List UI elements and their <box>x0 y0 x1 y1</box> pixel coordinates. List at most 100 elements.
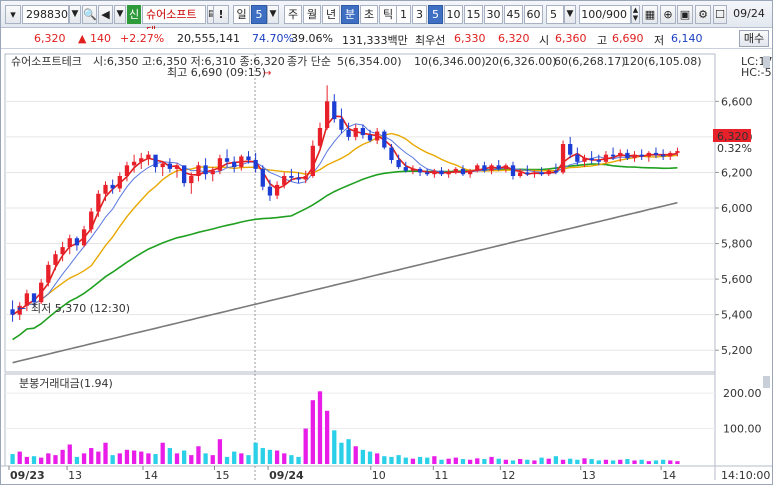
candle-body <box>31 293 37 303</box>
volume-bar <box>582 458 587 464</box>
ma10-legend: 10(6,346.00) <box>414 55 486 68</box>
candle-body <box>189 176 194 184</box>
menu-icon[interactable]: ▾ <box>5 5 21 24</box>
period-dropdown-icon[interactable]: ▼ <box>267 5 279 24</box>
volume-bar <box>639 459 644 464</box>
code-dropdown-icon[interactable]: ▼ <box>69 5 81 24</box>
candle-body <box>432 170 437 175</box>
candle-body <box>60 247 65 255</box>
minute-30-button[interactable]: 30 <box>484 5 503 24</box>
scroll-arrows-icon[interactable]: ▲ ▼ <box>631 5 640 24</box>
chart-canvas[interactable]: 6,6006,4006,2006,0005,8005,6005,4005,200… <box>1 50 772 484</box>
candle-body <box>324 101 330 128</box>
ma20-legend: 20(6,326.00) <box>485 55 557 68</box>
volume-bar <box>246 455 251 464</box>
best-bid: 6,320 <box>498 32 530 45</box>
candle-body <box>503 165 508 169</box>
candle-body <box>46 264 51 283</box>
minute-dropdown-icon[interactable]: ▼ <box>564 5 576 24</box>
period-unit-button[interactable]: 일 <box>233 5 250 24</box>
volume-bar <box>196 446 201 464</box>
save-icon[interactable]: ▣ <box>677 5 693 24</box>
minute-10-button[interactable]: 10 <box>444 5 463 24</box>
candle-body <box>210 170 215 175</box>
minute-5-button[interactable]: 5 <box>428 5 443 24</box>
minute-value-field[interactable]: 5 <box>546 5 564 24</box>
volume-bar <box>296 456 301 464</box>
count-display-field[interactable]: 100/900 <box>579 5 631 24</box>
volume-panel-title: 분봉거래대금(1.94) <box>19 377 113 390</box>
candle-body <box>260 168 265 187</box>
volume-bar <box>425 457 430 464</box>
candle-body <box>453 168 458 173</box>
minute-3-button[interactable]: 3 <box>412 5 427 24</box>
minute-60-button[interactable]: 60 <box>524 5 543 24</box>
alert-icon[interactable]: ! <box>213 5 229 24</box>
period-year-button[interactable]: 년 <box>322 5 340 24</box>
current-price: 6,320 <box>34 32 66 45</box>
volume-value: 20,555,141 <box>177 32 240 45</box>
candle-body <box>267 186 273 196</box>
candle-body <box>482 165 487 171</box>
minute-45-button[interactable]: 45 <box>504 5 523 24</box>
candle-body <box>675 151 680 153</box>
price-scroll-handle[interactable] <box>763 56 770 68</box>
period-value-field[interactable]: 5 <box>251 5 267 24</box>
candle-body <box>425 172 430 175</box>
buy-button[interactable]: 매수 <box>739 30 769 47</box>
candle-body <box>668 152 673 157</box>
volume-bar <box>31 456 37 464</box>
crosshair-icon[interactable]: ⊕ <box>660 5 676 24</box>
volume-bar <box>89 448 94 464</box>
candle-body <box>460 168 466 175</box>
minute-15-button[interactable]: 15 <box>464 5 483 24</box>
volume-bar <box>267 449 273 464</box>
period-minute-button[interactable]: 분 <box>341 5 359 24</box>
stock-name-field[interactable]: 슈어소프트테 <box>142 5 206 38</box>
prev-stock-icon[interactable]: ◀ <box>98 5 113 24</box>
period-second-button[interactable]: 초 <box>360 5 378 24</box>
candle-body <box>510 165 516 176</box>
period-tick-button[interactable]: 틱 <box>379 5 397 24</box>
candle-body <box>153 154 158 168</box>
volume-bar <box>274 450 280 464</box>
candle-body <box>167 163 172 169</box>
candle-body <box>332 101 337 120</box>
stock-code-input[interactable]: 298830 <box>22 5 69 24</box>
volume-bar <box>496 458 501 464</box>
search-icon[interactable]: 🔍 <box>82 5 97 24</box>
volume-bar <box>96 451 101 464</box>
low-annotation: 최저 5,370 (12:30) <box>31 302 130 315</box>
candle-body <box>532 172 537 175</box>
candle-body <box>224 158 230 162</box>
candle-body <box>74 238 80 246</box>
gear-icon[interactable]: ⚙ <box>695 5 711 24</box>
ma5-legend: 5(6,354.00) <box>337 55 402 68</box>
best-ask-label: 최우선 <box>415 34 446 47</box>
volume-bar <box>310 400 315 464</box>
time-tick-label: 14 <box>662 469 676 482</box>
volume-bar <box>375 453 380 464</box>
current-pct-tag: 0.32% <box>717 142 752 155</box>
next-stock-icon[interactable]: ▼ <box>114 5 126 24</box>
candle-body <box>139 158 144 162</box>
volume-bar <box>339 442 344 464</box>
chart-settings-icon[interactable]: ▦ <box>642 5 658 24</box>
period-week-button[interactable]: 주 <box>284 5 302 24</box>
volume-bar <box>46 453 51 464</box>
price-tick-label: 6,600 <box>721 95 753 108</box>
candle-body <box>317 128 323 146</box>
time-tick-label: 13 <box>68 469 82 482</box>
candle-body <box>182 165 187 184</box>
period-month-button[interactable]: 월 <box>303 5 321 24</box>
volume-scroll-handle[interactable] <box>763 376 770 388</box>
time-tick-label: 15 <box>215 469 229 482</box>
volume-bar <box>396 455 401 464</box>
volume-bar <box>432 456 437 464</box>
checkbox-icon[interactable]: ☐ <box>713 5 727 24</box>
price-header-name: 슈어소프트테크 <box>11 55 82 68</box>
time-tick-label: 09/24 <box>269 469 304 482</box>
volume-bar <box>589 459 594 464</box>
volume-bar <box>317 391 323 464</box>
minute-1-button[interactable]: 1 <box>396 5 411 24</box>
